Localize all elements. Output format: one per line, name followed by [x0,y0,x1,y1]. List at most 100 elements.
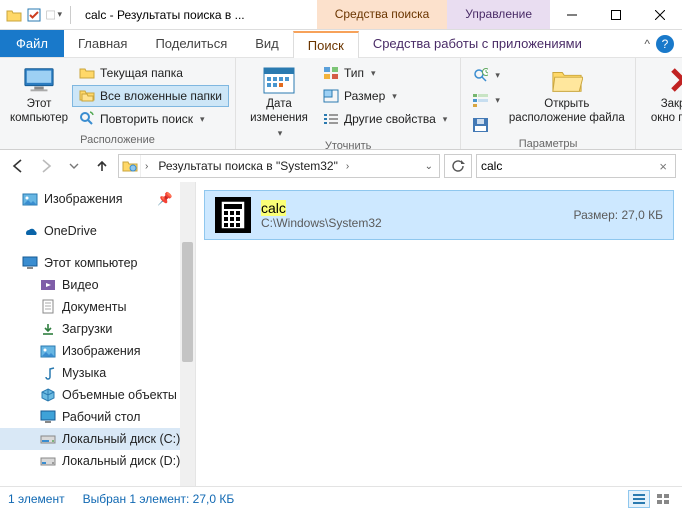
tree-drive-d[interactable]: Локальный диск (D:) [0,450,195,472]
size-button[interactable]: Размер [316,85,454,107]
ribbon: Этот компьютер Текущая папка Все вложенн… [0,58,682,150]
up-button[interactable] [90,154,114,178]
status-count: 1 элемент [8,492,65,506]
breadcrumb-chevron[interactable]: › [141,161,152,172]
clear-search-icon[interactable]: × [655,159,671,174]
qat-dropdown-icon[interactable] [46,7,62,23]
close-x-icon [667,64,682,96]
result-path: C:\Windows\System32 [261,216,564,230]
breadcrumb-dropdown[interactable]: ⌄ [421,161,439,172]
main-area: Изображения 📌 OneDrive Этот компьютер Ви… [0,182,682,486]
close-button[interactable] [638,0,682,30]
advanced-options-button[interactable] [467,89,505,111]
group-options-label: Параметры [467,136,629,153]
scrollbar-thumb[interactable] [182,242,193,362]
folder-icon [79,65,95,81]
tab-app-tools[interactable]: Средства работы с приложениями [359,30,596,57]
tree-desktop[interactable]: Рабочий стол [0,406,195,428]
ribbon-collapse-icon[interactable]: ^ [644,37,650,51]
search-box[interactable]: × [476,154,676,178]
music-icon [40,365,56,381]
date-modified-button[interactable]: Дата изменения [242,60,316,138]
folders-icon [79,88,95,104]
calc-app-icon [215,197,251,233]
search-result-item[interactable]: calc C:\Windows\System32 Размер: 27,0 КБ [204,190,674,240]
tree-drive-c[interactable]: Локальный диск (C:) [0,428,195,450]
onedrive-icon [22,223,38,239]
search-again-icon [79,111,95,127]
tab-file[interactable]: Файл [0,30,64,57]
ribbon-tabs: Файл Главная Поделиться Вид Поиск Средст… [0,30,682,58]
tree-this-pc[interactable]: Этот компьютер [0,252,195,274]
save-search-button[interactable] [467,114,505,136]
group-refine: Дата изменения Тип Размер Другие свойств… [236,58,461,149]
search-results-icon [119,155,141,177]
tree-onedrive[interactable]: OneDrive [0,220,195,242]
drive-icon [40,431,56,447]
tab-search[interactable]: Поиск [293,31,359,58]
group-refine-label: Уточнить [242,138,454,155]
tab-home[interactable]: Главная [64,30,141,57]
back-button[interactable] [6,154,30,178]
help-icon[interactable]: ? [656,35,674,53]
this-pc-button[interactable]: Этот компьютер [6,60,72,126]
this-pc-label: Этот компьютер [10,98,68,126]
type-icon [323,65,339,81]
tree-music[interactable]: Музыка [0,362,195,384]
other-props-button[interactable]: Другие свойства [316,108,454,130]
icons-view-button[interactable] [652,490,674,508]
monitor-icon [22,255,38,271]
contextual-tabs: Средства поиска Управление [317,0,550,29]
type-button[interactable]: Тип [316,62,454,84]
result-name: calc [261,200,564,216]
tree-documents[interactable]: Документы [0,296,195,318]
window-title: calc - Результаты поиска в ... [81,8,317,22]
options-icon [472,92,488,108]
details-view-button[interactable] [628,490,650,508]
results-pane[interactable]: calc C:\Windows\System32 Размер: 27,0 КБ [196,182,682,486]
minimize-button[interactable] [550,0,594,30]
group-location: Этот компьютер Текущая папка Все вложенн… [0,58,236,149]
contextual-search-tools[interactable]: Средства поиска [317,0,448,29]
refresh-button[interactable] [444,154,472,178]
tab-share[interactable]: Поделиться [141,30,241,57]
tab-view[interactable]: Вид [241,30,293,57]
close-search-button[interactable]: Закрыть окно поиска [642,60,682,126]
tree-3d-objects[interactable]: Объемные объекты [0,384,195,406]
video-icon [40,277,56,293]
recent-icon [472,67,488,83]
tree-downloads[interactable]: Загрузки [0,318,195,340]
history-dropdown[interactable] [62,154,86,178]
current-folder-button[interactable]: Текущая папка [72,62,229,84]
result-size: Размер: 27,0 КБ [574,208,663,222]
size-icon [323,88,339,104]
properties-checkbox-icon[interactable] [26,7,42,23]
group-close: Закрыть окно поиска [636,58,682,149]
cube-icon [40,387,56,403]
open-file-location-button[interactable]: Открыть расположение файла [505,60,629,126]
status-bar: 1 элемент Выбран 1 элемент: 27,0 КБ [0,486,682,510]
monitor-icon [23,64,55,96]
save-icon [472,117,488,133]
pictures-icon [22,191,38,207]
tree-scrollbar[interactable] [180,182,195,486]
calendar-icon [263,64,295,96]
list-icon [323,111,339,127]
search-again-button[interactable]: Повторить поиск [72,108,229,130]
documents-icon [40,299,56,315]
desktop-icon [40,409,56,425]
nav-tree[interactable]: Изображения 📌 OneDrive Этот компьютер Ви… [0,182,196,486]
recent-searches-button[interactable] [467,64,505,86]
search-input[interactable] [481,159,655,173]
all-subfolders-button[interactable]: Все вложенные папки [72,85,229,107]
maximize-button[interactable] [594,0,638,30]
tree-pictures[interactable]: Изображения [0,340,195,362]
forward-button[interactable] [34,154,58,178]
downloads-icon [40,321,56,337]
contextual-manage[interactable]: Управление [447,0,550,29]
tree-videos[interactable]: Видео [0,274,195,296]
tree-pictures-quick[interactable]: Изображения 📌 [0,188,195,210]
breadcrumb-text[interactable]: Результаты поиска в "System32" [158,159,338,173]
breadcrumb-bar[interactable]: › Результаты поиска в "System32"› ⌄ [118,154,440,178]
drive-icon [40,453,56,469]
